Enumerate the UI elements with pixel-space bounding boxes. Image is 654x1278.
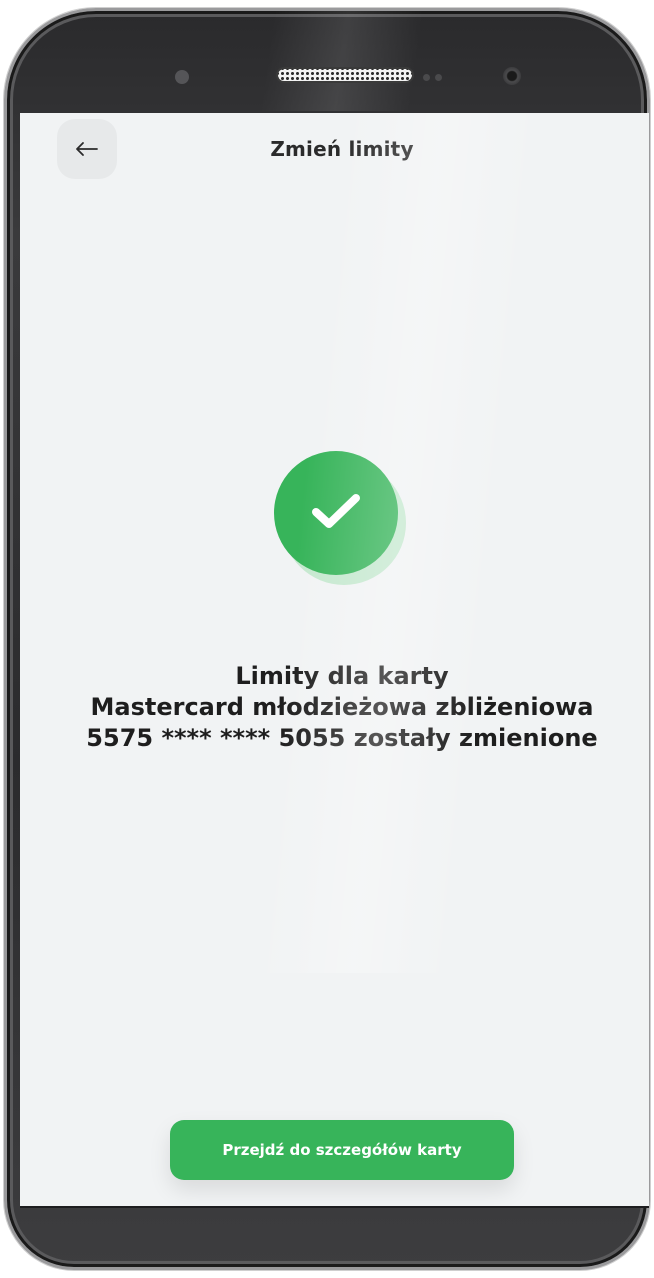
message-line-3: 5575 **** **** 5055 zostały zmienione [86,724,598,752]
success-circle [274,451,398,575]
confirmation-message: Limity dla karty Mastercard młodzieżowa … [20,661,649,754]
sensor-dot [435,74,442,81]
app-screen: Zmień limity Limity dla karty Mastercard… [20,113,649,1206]
message-line-2: Mastercard młodzieżowa zbliżeniowa [90,693,594,721]
checkmark-icon [308,489,364,537]
sensor-dot [423,74,430,81]
bottom-bezel [20,1206,649,1208]
card-details-button[interactable]: Przejdź do szczegółów karty [170,1120,514,1180]
phone-frame: Zmień limity Limity dla karty Mastercard… [4,8,650,1270]
message-line-1: Limity dla karty [235,662,449,690]
success-badge [274,451,406,585]
front-camera [503,67,521,85]
proximity-sensor [175,70,189,84]
page-title: Zmień limity [270,137,414,161]
speaker-grill [276,67,414,83]
